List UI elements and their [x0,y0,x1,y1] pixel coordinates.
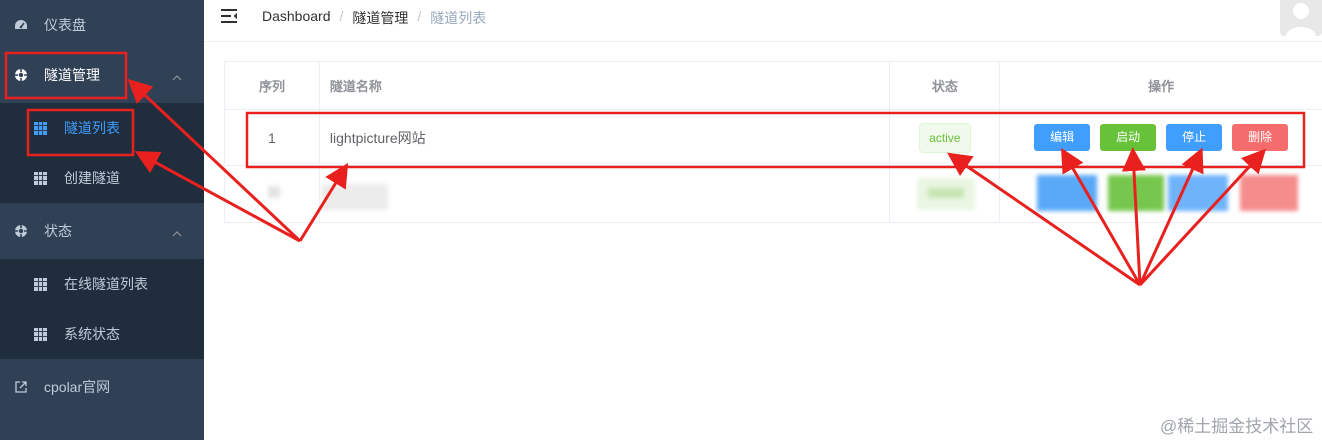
sidebar-item-create-tunnel[interactable]: 创建隧道 [0,153,204,203]
sidebar-item-label: 系统状态 [64,326,120,342]
grid-icon [34,171,47,185]
delete-button[interactable]: 删除 [1232,124,1289,151]
row-tunnel-name: lightpicture网站 [320,110,891,165]
sidebar-item-label: 隧道列表 [64,120,120,136]
edit-button[interactable]: 编辑 [1034,124,1091,151]
sidebar-item-cpolar-site[interactable]: cpolar官网 [0,362,204,412]
grid-icon [34,121,47,135]
sidebar: 仪表盘 隧道管理 隧道列表 创建隧道 状态 在线隧道列表 系统状态 cpolar… [0,0,204,440]
row-actions: 编辑 启动 停止 删除 [1000,110,1322,165]
header-actions: 操作 [1148,79,1175,94]
breadcrumb-tunnel-management[interactable]: 隧道管理 [352,8,408,28]
chevron-up-icon [172,70,182,81]
start-button[interactable]: 启动 [1100,124,1157,151]
table-header-row: 序列 隧道名称 状态 操作 [225,62,1322,110]
pixelated-start [1108,175,1164,211]
row-index: 1 [225,110,320,165]
header-status: 状态 [890,62,1001,109]
sidebar-item-system-status[interactable]: 系统状态 [0,309,204,359]
table-row: 1 lightpicture网站 active 编辑 启动 停止 删除 [225,110,1322,166]
submenu-tunnel: 隧道列表 创建隧道 [0,103,204,203]
pixelated-status-text [928,188,964,198]
breadcrumb: Dashboard / 隧道管理 / 隧道列表 [262,8,486,28]
breadcrumb-current: 隧道列表 [430,10,487,26]
header-name: 隧道名称 [320,62,891,109]
row-status-cell: active [890,110,1001,165]
sidebar-item-label: 在线隧道列表 [64,276,148,292]
lifebuoy-icon [14,224,28,238]
submenu-status: 在线隧道列表 系统状态 [0,259,204,359]
grid-icon [34,277,47,291]
sidebar-item-tunnel-list[interactable]: 隧道列表 [0,103,204,153]
sidebar-item-online-tunnels[interactable]: 在线隧道列表 [0,259,204,309]
pixelated-edit [1037,175,1097,211]
status-badge: active [919,122,971,153]
sidebar-item-dashboard[interactable]: 仪表盘 [0,0,204,50]
sidebar-item-label: 隧道管理 [44,67,100,83]
sidebar-item-status[interactable]: 状态 [0,206,204,256]
watermark: @稀土掘金技术社区 [1160,417,1314,436]
header-index: 序列 [225,62,320,109]
sidebar-item-label: 仪表盘 [44,17,86,33]
sidebar-item-label: cpolar官网 [44,379,111,395]
lifebuoy-icon [14,68,28,82]
stop-button[interactable]: 停止 [1166,124,1223,151]
hamburger-icon[interactable] [220,8,238,24]
chevron-up-icon [172,226,182,237]
row-name-blurred [320,166,891,222]
pixelated-name [322,184,388,210]
app-root: 仪表盘 隧道管理 隧道列表 创建隧道 状态 在线隧道列表 系统状态 cpolar… [0,0,1322,440]
external-link-icon [14,380,28,394]
breadcrumb-dashboard[interactable]: Dashboard [262,8,331,28]
sidebar-item-label: 状态 [44,223,72,239]
pixelated-stop [1168,175,1228,211]
sidebar-item-label: 创建隧道 [64,170,120,186]
grid-icon [34,327,47,341]
breadcrumb-separator: / [339,8,344,24]
avatar[interactable] [1280,0,1322,36]
sidebar-item-tunnel-management[interactable]: 隧道管理 [0,50,204,100]
pixelated-delete [1240,175,1298,211]
breadcrumb-separator: / [417,8,422,24]
pixelated-index [268,186,280,198]
top-navbar: Dashboard / 隧道管理 / 隧道列表 [204,0,1322,42]
dashboard-icon [14,18,28,32]
